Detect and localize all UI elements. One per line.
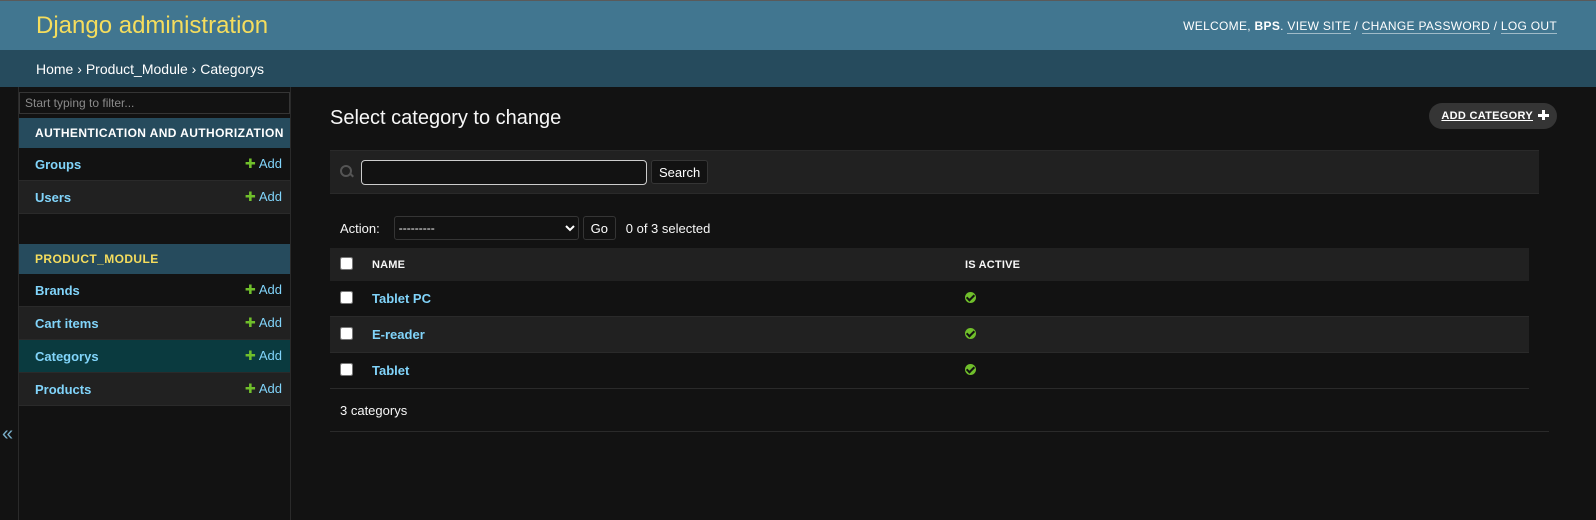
plus-icon: ✚: [244, 381, 256, 396]
check-circle-icon: [965, 364, 976, 375]
add-category-button[interactable]: ADD CATEGORY: [1429, 103, 1557, 129]
action-label: Action:: [340, 220, 380, 236]
category-link[interactable]: E-reader: [372, 327, 425, 342]
column-header-name[interactable]: NAME: [371, 248, 964, 281]
search-icon: [340, 165, 354, 179]
chevron-double-left-icon: «: [2, 423, 14, 445]
table-row: E-reader: [330, 316, 1529, 353]
sidebar-item-brands: Brands ✚ Add: [19, 274, 290, 307]
sidebar-item-label[interactable]: Cart items: [35, 316, 99, 331]
add-category-label: ADD CATEGORY: [1441, 110, 1533, 122]
plus-icon: ✚: [244, 282, 256, 297]
search-input[interactable]: [361, 159, 647, 185]
username: BPS: [1254, 18, 1281, 33]
sidebar-item-label[interactable]: Categorys: [35, 349, 99, 364]
view-site-link[interactable]: VIEW SITE: [1287, 18, 1351, 34]
add-users-link[interactable]: ✚ Add: [245, 189, 282, 205]
content: Select category to change ADD CATEGORY S…: [291, 87, 1596, 520]
sidebar-item-label[interactable]: Groups: [35, 157, 81, 172]
add-groups-link[interactable]: ✚ Add: [245, 156, 282, 172]
selection-counter: 0 of 3 selected: [625, 220, 711, 236]
search-button[interactable]: Search: [651, 160, 709, 184]
toggle-sidebar-button[interactable]: «: [0, 87, 19, 520]
add-cart-items-link[interactable]: ✚ Add: [245, 315, 282, 331]
breadcrumb-app[interactable]: Product_Module: [86, 61, 188, 77]
table-row: Tablet: [330, 352, 1529, 389]
app-caption-product-module[interactable]: PRODUCT_MODULE: [19, 244, 290, 274]
actions-bar: Action: --------- Go 0 of 3 selected: [330, 208, 1557, 248]
category-link[interactable]: Tablet PC: [372, 291, 431, 306]
sidebar-item-label[interactable]: Users: [35, 190, 71, 205]
sidebar-item-cart-items: Cart items ✚ Add: [19, 307, 290, 340]
user-tools: WELCOME, BPS. VIEW SITE / CHANGE PASSWOR…: [1183, 18, 1557, 34]
column-header-is-active[interactable]: IS ACTIVE: [964, 248, 1529, 281]
app-caption-auth[interactable]: AUTHENTICATION AND AUTHORIZATION: [19, 118, 290, 148]
breadcrumb-home[interactable]: Home: [36, 61, 73, 77]
row-checkbox[interactable]: [340, 290, 353, 304]
welcome-text: WELCOME,: [1183, 18, 1251, 33]
row-checkbox[interactable]: [340, 326, 353, 340]
category-link[interactable]: Tablet: [372, 363, 409, 378]
sidebar-filter-input[interactable]: [19, 92, 290, 114]
add-categorys-link[interactable]: ✚ Add: [245, 348, 282, 364]
go-button[interactable]: Go: [582, 216, 616, 240]
plus-icon: [1537, 109, 1549, 121]
sidebar-item-groups: Groups ✚ Add: [19, 148, 290, 181]
sidebar-item-label[interactable]: Brands: [35, 283, 80, 298]
table-row: Tablet PC: [330, 281, 1529, 317]
site-title[interactable]: Django administration: [36, 12, 268, 40]
sidebar-item-categorys: Categorys ✚ Add: [19, 340, 290, 373]
search-toolbar: Search: [330, 150, 1539, 194]
breadcrumb: Home › Product_Module › Categorys: [0, 50, 1596, 87]
plus-icon: ✚: [244, 348, 256, 363]
paginator: 3 categorys: [330, 389, 1549, 432]
plus-icon: ✚: [244, 189, 256, 204]
sidebar-item-products: Products ✚ Add: [19, 373, 290, 406]
plus-icon: ✚: [244, 315, 256, 330]
change-password-link[interactable]: CHANGE PASSWORD: [1361, 18, 1490, 34]
add-products-link[interactable]: ✚ Add: [245, 381, 282, 397]
header: Django administration WELCOME, BPS. VIEW…: [0, 0, 1596, 50]
result-list: NAME IS ACTIVE Tablet PC E-reader Tablet: [330, 248, 1529, 389]
sidebar-item-users: Users ✚ Add: [19, 181, 290, 214]
select-all-checkbox[interactable]: [340, 256, 353, 270]
action-select[interactable]: ---------: [393, 216, 579, 240]
row-checkbox[interactable]: [340, 362, 353, 376]
plus-icon: ✚: [244, 156, 256, 171]
logout-link[interactable]: LOG OUT: [1500, 18, 1557, 34]
page-title: Select category to change: [330, 107, 562, 129]
sidebar-item-label[interactable]: Products: [35, 382, 91, 397]
add-brands-link[interactable]: ✚ Add: [245, 282, 282, 298]
breadcrumb-current: Categorys: [200, 60, 265, 77]
check-circle-icon: [965, 328, 976, 339]
sidebar: AUTHENTICATION AND AUTHORIZATION Groups …: [19, 87, 291, 520]
check-circle-icon: [965, 292, 976, 303]
